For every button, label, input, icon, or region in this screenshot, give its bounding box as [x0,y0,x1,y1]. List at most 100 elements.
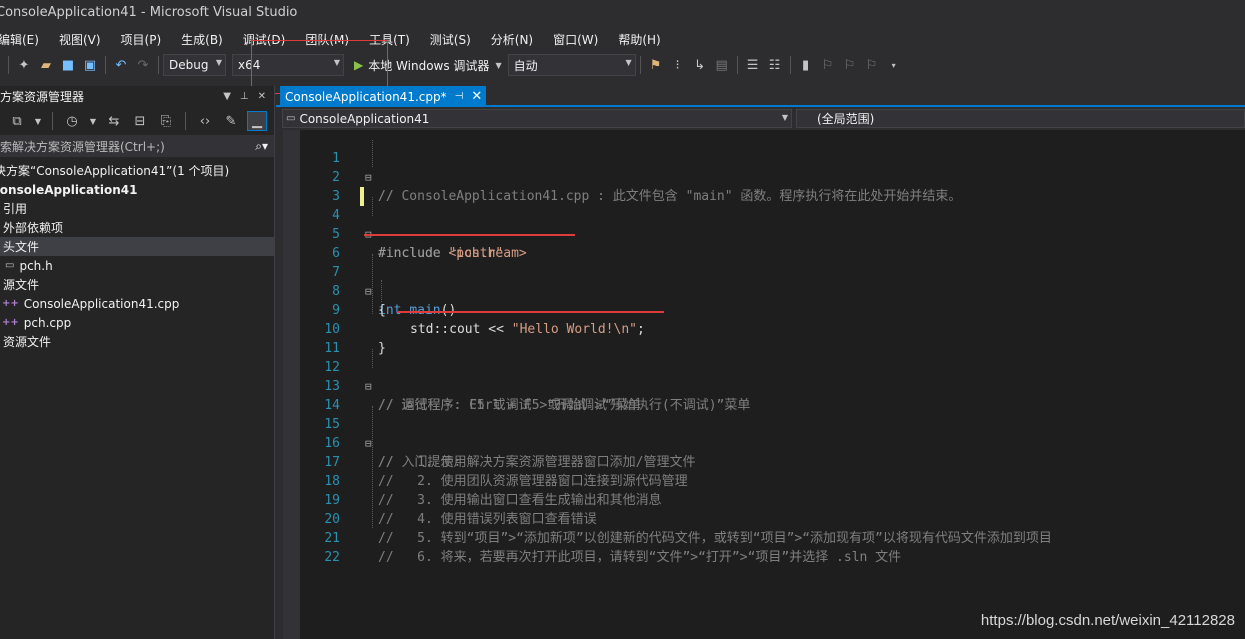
menu-edit[interactable]: 编辑(E) [0,29,49,50]
sync-icon[interactable]: ⇆ [104,111,124,131]
configuration-select[interactable]: Debug ▼ [163,54,226,76]
code-line: 1 ⊟ // ConsoleApplication41.cpp : 此文件包含 … [332,151,962,204]
editor-margin [283,130,300,639]
global-scope-select[interactable]: (全局范围) [796,109,1245,128]
view-code-icon[interactable]: ‹› [195,111,215,131]
menu-view[interactable]: 视图(V) [49,29,111,50]
run-label: 本地 Windows 调试器 [368,58,490,73]
fold-guide [372,197,373,216]
auto-select[interactable]: 自动 ▼ [507,54,636,76]
tree-item-pch-cpp[interactable]: ++ pch.cpp [0,313,274,332]
menu-build[interactable]: 生成(B) [171,29,233,50]
code-line: 5 #include <iostream> [332,227,527,261]
platform-select[interactable]: x64 ▼ [232,54,344,76]
code-line: 11 [324,341,340,356]
switch-views-icon[interactable]: ⧉ [7,111,27,131]
code-line: 3 [332,189,340,204]
code-line: 8 { [332,284,386,318]
solution-explorer-header: 解决方案资源管理器 ▼ ⊥ ✕ [0,86,274,107]
undo-icon[interactable]: ↶ [111,55,131,75]
fold-guide [372,254,373,314]
new-item-icon[interactable]: ✦ [14,55,34,75]
redo-icon[interactable]: ↷ [133,55,153,75]
save-all-icon[interactable]: ▣ [80,55,100,75]
code-line: 20 // 5. 转到“项目”>“添加新项”以创建新的代码文件，或转到“项目”>… [324,512,1052,546]
save-icon[interactable]: ■ [58,55,78,75]
tree-item-main-cpp[interactable]: ++ ConsoleApplication41.cpp [0,294,274,313]
code-editor[interactable]: 1 ⊟ // ConsoleApplication41.cpp : 此文件包含 … [283,130,1245,639]
menu-project[interactable]: 项目(P) [111,29,172,50]
search-icon[interactable]: ⌕▾ [255,139,268,154]
header-file-icon: ▭ [5,260,15,271]
tree-item-resource-files[interactable]: 资源文件 [0,332,274,351]
pin-icon[interactable]: ⊣ [455,91,464,102]
project-scope-value: ConsoleApplication41 [299,111,430,126]
menu-analyze[interactable]: 分析(N) [481,29,543,50]
start-debugger-button[interactable]: ▶ 本地 Windows 调试器 ▼ [350,57,506,74]
prev-bookmark-icon[interactable]: ⚐ [818,55,838,75]
toolbar-separator [789,56,791,74]
chevron-down-icon: ▼ [333,58,340,67]
pending-changes-icon[interactable]: ◷ [62,111,82,131]
watermark: https://blog.csdn.net/weixin_42112828 [980,612,1235,629]
tree-item-pch-h[interactable]: ▭ pch.h [0,256,274,275]
comment-icon[interactable]: ☰ [743,55,763,75]
uncomment-icon[interactable]: ☷ [765,55,785,75]
menu-test[interactable]: 测试(S) [420,29,481,50]
properties-wrench-icon[interactable]: ✎ [221,111,241,131]
tab-consoleapplication41-cpp[interactable]: ConsoleApplication41.cpp* ⊣ ✕ [280,86,487,107]
tree-item-external-deps[interactable]: 外部依赖项 [0,218,274,237]
menu-tools[interactable]: 工具(T) [359,29,420,50]
layout-icon[interactable]: ▤ [712,55,732,75]
indent-icon[interactable]: ⁝ [668,55,688,75]
collapse-all-icon[interactable]: ⊟ [130,111,150,131]
chevron-down-icon: ▼ [781,113,788,122]
editor-navigation-bar: ▭ ConsoleApplication41 ▼ (全局范围) [276,108,1245,130]
toolbar-overflow-icon[interactable]: ▾ [884,55,904,75]
menu-debug[interactable]: 调试(D) [233,29,296,50]
preview-selected-icon[interactable]: ▁ [247,111,267,131]
fold-guide [372,140,373,167]
menu-window[interactable]: 窗口(W) [543,29,608,50]
dropdown-icon[interactable]: ▼ [88,111,98,131]
pin-icon[interactable]: ⊥ [240,91,249,102]
toolbar-separator [52,112,53,130]
bookmark-icon[interactable]: ▮ [796,55,816,75]
close-icon[interactable]: ✕ [471,89,482,104]
solution-explorer-panel: 解决方案资源管理器 ▼ ⊥ ✕ ⧉ ▼ ◷ ▼ ⇆ ⊟ ⎘ ‹› ✎ ▁ 搜索解… [0,86,275,639]
dropdown-icon[interactable]: ▼ [223,91,231,102]
tree-item-project[interactable]: ConsoleApplication41 [0,180,274,199]
clear-bookmarks-icon[interactable]: ⚐ [862,55,882,75]
dropdown-icon[interactable]: ▼ [33,111,43,131]
solution-explorer-toolbar: ⧉ ▼ ◷ ▼ ⇆ ⊟ ⎘ ‹› ✎ ▁ [0,107,274,135]
tree-item-source-files[interactable]: 源文件 [0,275,274,294]
code-line: 15 ⊟ // 入门提示: [324,417,462,470]
show-all-files-icon[interactable]: ⎘ [156,111,176,131]
fold-guide [372,406,373,528]
next-bookmark-icon[interactable]: ⚐ [840,55,860,75]
code-line: 18 // 3. 使用输出窗口查看生成输出和其他消息 [324,474,662,508]
code-line: 4 ⊟ #include "pch.h" [332,208,504,261]
solution-tree: 解决方案“ConsoleApplication41”(1 个项目) Consol… [0,161,274,351]
menu-bar: 编辑(E) 视图(V) 项目(P) 生成(B) 调试(D) 团队(M) 工具(T… [0,28,1245,50]
code-line: 17 // 2. 使用团队资源管理器窗口连接到源代码管理 [324,455,688,489]
step-icon[interactable]: ↳ [690,55,710,75]
open-folder-icon[interactable]: ▰ [36,55,56,75]
menu-help[interactable]: 帮助(H) [608,29,670,50]
toolbar-separator [158,56,159,74]
annotation-underline [398,311,664,313]
tree-item-header-files[interactable]: 头文件 [0,237,274,256]
find-icon[interactable]: ⚑ [646,55,666,75]
chevron-down-icon: ▼ [215,58,222,67]
code-line: 13 // 调试程序: F5 或调试 >“开始调试”菜单 [324,379,641,413]
tree-item-references[interactable]: 引用 [0,199,274,218]
tree-item-solution[interactable]: 解决方案“ConsoleApplication41”(1 个项目) [0,161,274,180]
close-icon[interactable]: ✕ [258,91,266,102]
title-bar: ConsoleApplication41 - Microsoft Visual … [0,0,1245,28]
solution-search-box[interactable]: 搜索解决方案资源管理器(Ctrl+;) ⌕▾ [0,135,274,157]
solution-search-placeholder: 搜索解决方案资源管理器(Ctrl+;) [0,139,165,154]
toolbar-separator [185,112,186,130]
project-scope-select[interactable]: ▭ ConsoleApplication41 ▼ [282,109,792,128]
code-line: 19 // 4. 使用错误列表窗口查看错误 [324,493,597,527]
menu-team[interactable]: 团队(M) [295,29,359,50]
